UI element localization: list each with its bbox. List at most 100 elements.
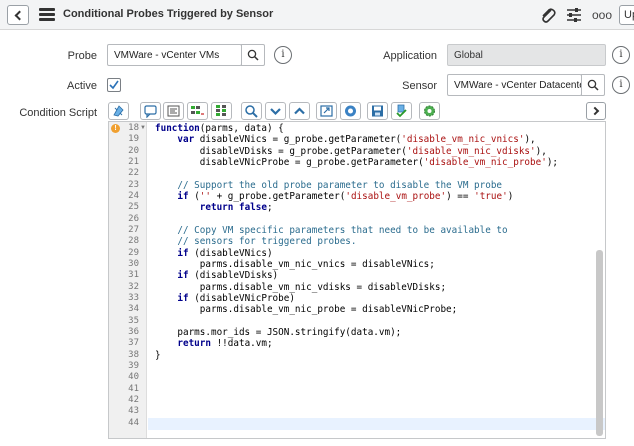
fold-toggle-icon[interactable]: ▼ [140,125,146,131]
line-number: 42 [128,394,139,405]
replace-all-button[interactable] [211,102,232,120]
line-number: 30 [128,258,139,269]
probe-label: Probe [67,50,97,62]
code-line: ​ [155,316,558,327]
more-options-icon[interactable]: ooo [592,9,612,21]
line-number: 33 [128,292,139,303]
line-number: 44 [128,417,139,428]
hamburger-menu-icon[interactable] [39,8,55,21]
line-number: 27 [128,224,139,235]
page-title: Conditional Probes Triggered by Sensor [63,8,274,20]
line-number: 19 [128,134,139,145]
checkmark-icon [109,80,119,90]
line-number: 18 [128,123,139,133]
check-script-button[interactable] [391,102,412,120]
active-label: Active [67,80,97,92]
code-line: ​ [155,168,558,179]
code-line: parms.disable_vm_nic_probe = disableVNic… [155,304,458,316]
replace-icon [191,106,204,115]
settings-sliders-icon[interactable] [566,6,582,24]
code-line: if ('' + g_probe.getParameter('disable_v… [177,190,514,202]
script-editor[interactable]: ! ▼ 18 19 20 21 22 23 24 25 26 27 28 29 30 31 32 33 34 35… [108,121,606,439]
chevron-right-icon [590,106,600,116]
code-line: return !!data.vm; [177,338,273,350]
sensor-info-icon[interactable]: i [612,76,630,94]
format-button[interactable] [163,102,184,120]
header-bar: Conditional Probes Triggered by Sensor o… [0,0,634,30]
code-line: function(parms, data) { [155,123,284,134]
code-line: ​ [155,361,558,372]
script-settings-button[interactable] [419,102,440,120]
sensor-label: Sensor [402,80,437,92]
toolbar-next-button[interactable] [586,102,606,120]
replace-all-icon [216,105,226,116]
back-button[interactable] [7,5,29,25]
code-line: ​ [155,214,558,225]
line-number: 36 [128,326,139,337]
probe-info-icon[interactable]: i [274,46,292,64]
line-number: 25 [128,202,139,213]
find-previous-button[interactable] [289,102,310,120]
line-number: 31 [128,270,139,281]
code-line: // Support the old probe parameter to di… [177,179,503,191]
probe-field[interactable]: VMWare - vCenter VMs [107,44,242,66]
code-line: ​ [155,418,558,429]
line-number: 34 [128,304,139,315]
code-content[interactable]: function(parms, data) { var disableVNics… [155,123,558,429]
code-line: } [155,349,161,361]
replace-button[interactable] [187,102,208,120]
code-line: parms.disable_vm_nic_vnics = disableVNic… [155,258,435,270]
code-line: parms.disable_vm_nic_vdisks = disableVDi… [155,281,447,293]
fullscreen-icon [320,105,333,117]
code-line: return false; [199,202,273,214]
line-number: 37 [128,338,139,349]
search-icon [587,79,599,91]
line-number: 29 [128,247,139,258]
line-number: 43 [128,406,139,417]
settings-icon [424,105,435,117]
code-line: if (disableVNics) [177,247,273,259]
probe-lookup-button[interactable] [241,44,265,66]
help-button[interactable] [340,102,361,120]
line-number: 39 [128,360,139,371]
syntax-toggle-icon [113,105,124,117]
update-button[interactable]: Up [619,5,634,25]
format-code-icon [167,105,180,117]
chevron-up-icon [294,107,305,115]
page: Conditional Probes Triggered by Sensor o… [0,0,634,446]
paperclip-icon[interactable] [540,6,556,24]
save-script-button[interactable] [367,102,388,120]
vertical-scrollbar[interactable] [596,250,603,436]
code-line: ​ [155,372,558,383]
line-number: 20 [128,145,139,156]
code-line: ​ [155,395,558,406]
sensor-lookup-button[interactable] [581,74,605,96]
search-icon [245,105,258,118]
fullscreen-button[interactable] [316,102,337,120]
comment-button[interactable] [140,102,161,120]
help-icon [345,105,356,117]
code-line: ​ [155,384,558,395]
chevron-left-icon [14,10,25,21]
code-line: parms.mor_ids = JSON.stringify(data.vm); [155,326,402,338]
code-line: disableVNicProbe = g_probe.getParameter(… [155,156,559,168]
line-number: 40 [128,372,139,383]
script-check-icon [396,104,407,118]
code-line: if (disableVDisks) [177,270,279,282]
code-line: var disableVNics = g_probe.getParameter(… [177,134,536,146]
comment-icon [144,105,157,118]
find-next-button[interactable] [265,102,286,120]
line-number: 38 [128,349,139,360]
active-checkbox[interactable] [107,78,121,92]
save-icon [372,105,383,117]
sensor-field[interactable]: VMWare - vCenter Datacenters [447,74,582,96]
condition-script-label: Condition Script [19,107,97,119]
code-line: // Copy VM specific parameters that need… [177,224,508,236]
code-line: disableVDisks = g_probe.getParameter('di… [155,145,547,157]
search-button[interactable] [241,102,262,120]
code-line: ​ [155,406,558,417]
code-line: // sensors for triggered probes. [177,236,357,248]
toggle-syntax-button[interactable] [108,102,129,120]
application-info-icon[interactable]: i [612,46,630,64]
search-icon [247,49,259,61]
